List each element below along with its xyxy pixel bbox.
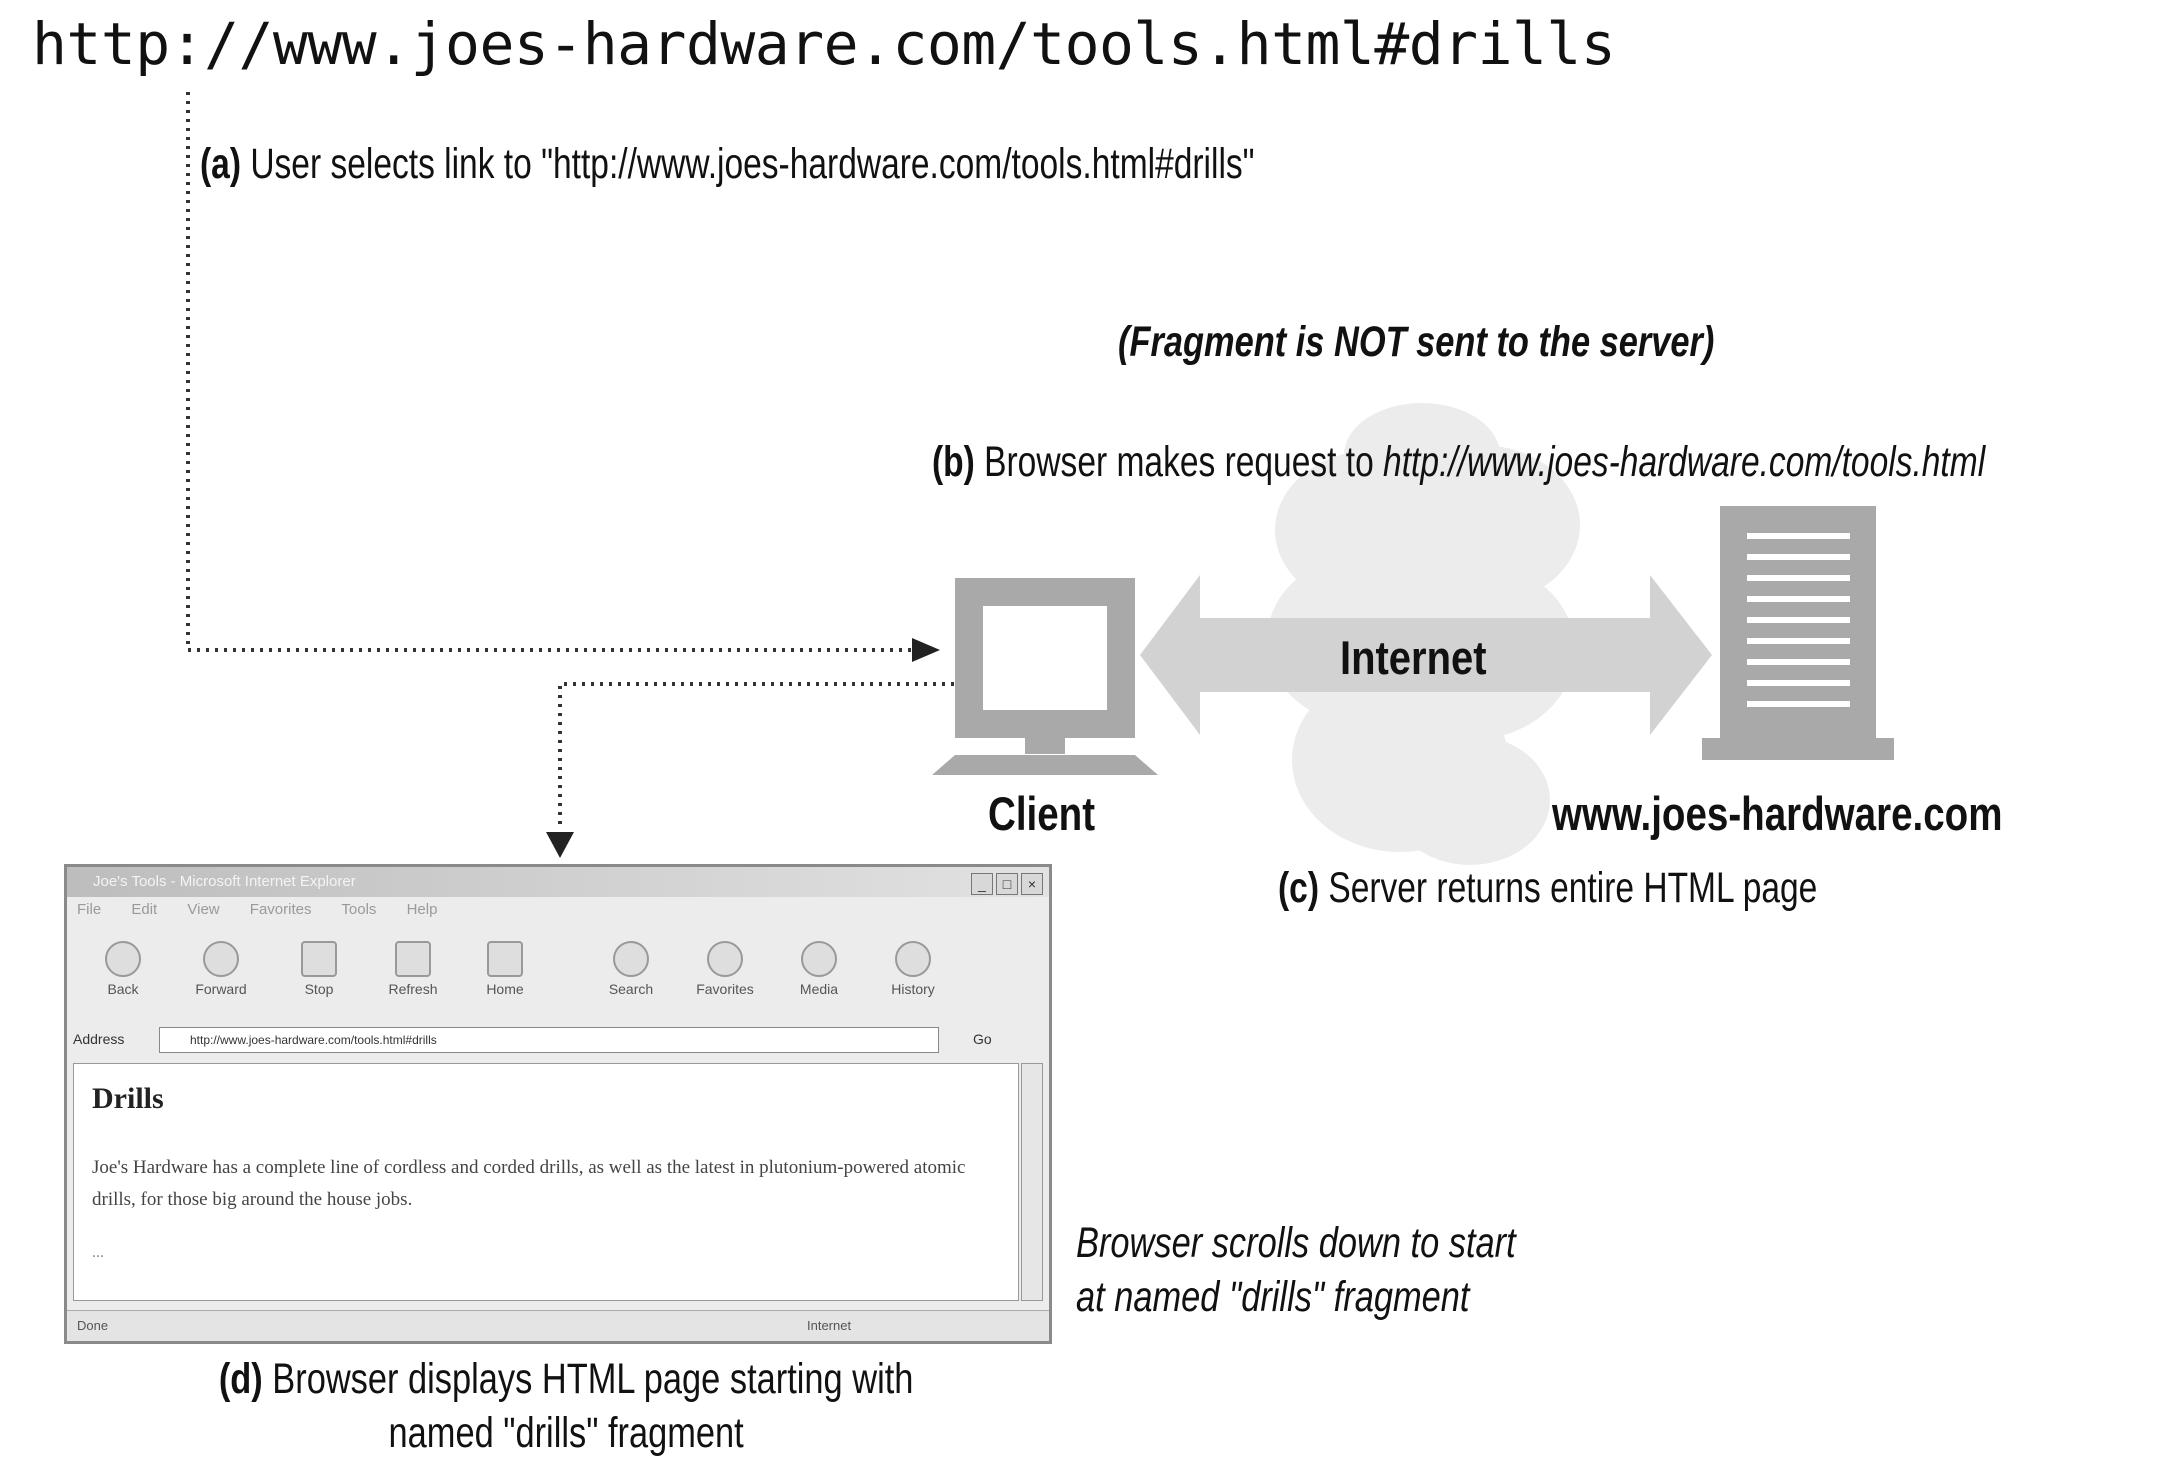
step-b-text: Browser makes request to bbox=[974, 438, 1384, 486]
step-a-label: (a) User selects link to "http://www.joe… bbox=[200, 140, 1255, 189]
close-icon[interactable]: × bbox=[1021, 873, 1043, 895]
media-button[interactable]: Media bbox=[779, 941, 859, 997]
search-icon bbox=[613, 941, 649, 977]
browser-title: Joe's Tools - Microsoft Internet Explore… bbox=[93, 873, 356, 890]
history-button[interactable]: History bbox=[873, 941, 953, 997]
step-d-line1: Browser displays HTML page starting with bbox=[262, 1355, 914, 1403]
back-icon bbox=[105, 941, 141, 977]
refresh-icon bbox=[395, 941, 431, 977]
back-button[interactable]: Back bbox=[83, 941, 163, 997]
search-label: Search bbox=[608, 981, 654, 997]
menu-edit[interactable]: Edit bbox=[131, 901, 157, 918]
browser-menu-bar: File Edit View Favorites Tools Help bbox=[77, 901, 463, 927]
step-c-text: Server returns entire HTML page bbox=[1318, 864, 1818, 912]
go-button[interactable]: Go bbox=[973, 1031, 992, 1047]
address-bar: Address http://www.joes-hardware.com/too… bbox=[73, 1025, 1043, 1055]
favorites-button[interactable]: Favorites bbox=[685, 941, 765, 997]
star-icon bbox=[707, 941, 743, 977]
status-bar: Done Internet bbox=[67, 1310, 1049, 1341]
step-a-letter: (a) bbox=[200, 140, 241, 188]
internet-label: Internet bbox=[1340, 631, 1487, 684]
server-icon bbox=[1702, 506, 1894, 760]
forward-button[interactable]: Forward bbox=[181, 941, 261, 997]
forward-label: Forward bbox=[195, 981, 247, 997]
menu-view[interactable]: View bbox=[187, 901, 219, 918]
client-label: Client bbox=[988, 787, 1096, 840]
scroll-note-line2: at named "drills" fragment bbox=[1076, 1273, 1470, 1321]
minimize-icon[interactable]: _ bbox=[971, 873, 993, 895]
menu-file[interactable]: File bbox=[77, 901, 101, 918]
home-icon bbox=[487, 941, 523, 977]
home-label: Home bbox=[486, 981, 524, 997]
maximize-icon[interactable]: □ bbox=[996, 873, 1018, 895]
search-button[interactable]: Search bbox=[591, 941, 671, 997]
drills-heading: Drills bbox=[92, 1082, 164, 1115]
status-done: Done bbox=[77, 1318, 109, 1333]
forward-icon bbox=[203, 941, 239, 977]
step-b-label: (b) Browser makes request to http://www.… bbox=[932, 438, 1985, 487]
step-b-letter: (b) bbox=[932, 438, 975, 486]
back-label: Back bbox=[107, 981, 139, 997]
server-label: www.joes-hardware.com bbox=[1552, 787, 2003, 840]
vertical-scrollbar[interactable] bbox=[1021, 1063, 1043, 1301]
step-a-text: User selects link to "http://www.joes-ha… bbox=[240, 140, 1255, 188]
refresh-label: Refresh bbox=[388, 981, 438, 997]
menu-favorites[interactable]: Favorites bbox=[250, 901, 312, 918]
step-d-line2: named "drills" fragment bbox=[388, 1409, 744, 1457]
more-ellipsis: ... bbox=[92, 1244, 104, 1261]
history-label: History bbox=[891, 981, 935, 997]
scroll-note: Browser scrolls down to start at named "… bbox=[1076, 1216, 1516, 1324]
stop-label: Stop bbox=[304, 981, 334, 997]
history-icon bbox=[895, 941, 931, 977]
menu-tools[interactable]: Tools bbox=[341, 901, 376, 918]
step-d-letter: (d) bbox=[218, 1355, 263, 1403]
step-d-label: (d) Browser displays HTML page starting … bbox=[66, 1352, 1066, 1460]
home-button[interactable]: Home bbox=[465, 941, 545, 997]
browser-title-bar: Joe's Tools - Microsoft Internet Explore… bbox=[67, 867, 1049, 897]
fragment-note: (Fragment is NOT sent to the server) bbox=[1118, 318, 1715, 366]
step-c-letter: (c) bbox=[1278, 864, 1319, 912]
step-c-label: (c) Server returns entire HTML page bbox=[1278, 864, 1817, 913]
favorites-label: Favorites bbox=[696, 981, 754, 997]
stop-icon bbox=[301, 941, 337, 977]
status-zone: Internet bbox=[807, 1318, 852, 1333]
browser-toolbar: Back Forward Stop Refresh Home Search Fa… bbox=[67, 941, 1049, 1021]
client-computer-icon bbox=[932, 578, 1158, 775]
media-icon bbox=[801, 941, 837, 977]
address-label: Address bbox=[73, 1031, 125, 1047]
menu-help[interactable]: Help bbox=[407, 901, 438, 918]
stop-button[interactable]: Stop bbox=[279, 941, 359, 997]
address-input[interactable]: http://www.joes-hardware.com/tools.html#… bbox=[159, 1027, 939, 1053]
refresh-button[interactable]: Refresh bbox=[373, 941, 453, 997]
page-content: Drills Joe's Hardware has a complete lin… bbox=[73, 1063, 1019, 1301]
scroll-note-line1: Browser scrolls down to start bbox=[1076, 1219, 1516, 1267]
step-b-url: http://www.joes-hardware.com/tools.html bbox=[1383, 438, 1986, 486]
drills-paragraph: Joe's Hardware has a complete line of co… bbox=[92, 1157, 966, 1210]
browser-window: Joe's Tools - Microsoft Internet Explore… bbox=[64, 864, 1052, 1344]
media-label: Media bbox=[799, 981, 839, 997]
